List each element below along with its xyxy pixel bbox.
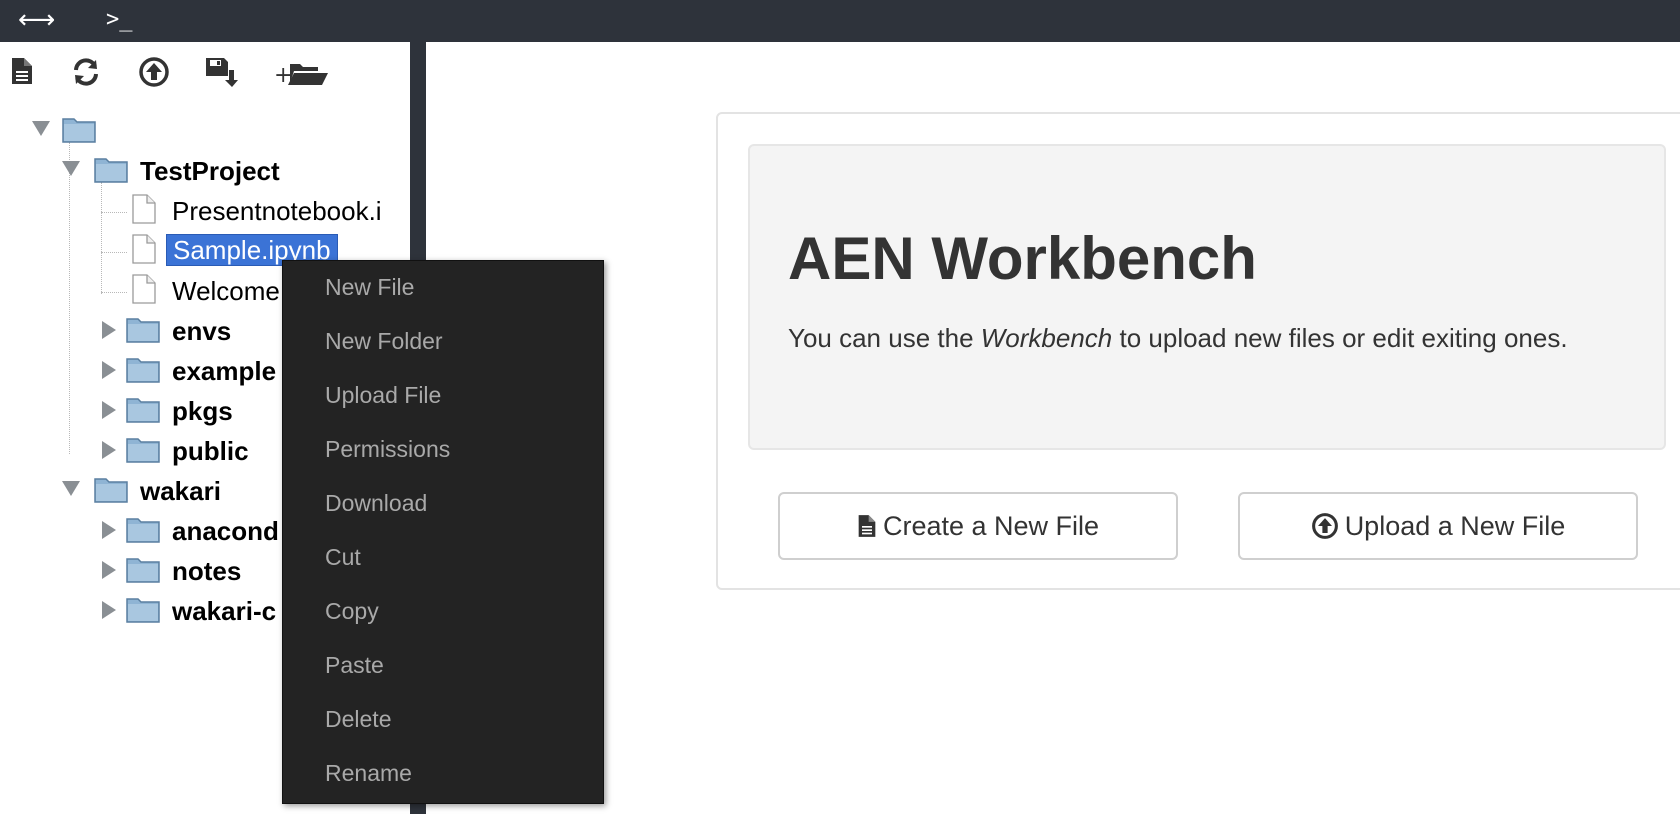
menu-item-copy[interactable]: Copy [325,597,379,625]
welcome-text: You can use the Workbench to upload new … [788,318,1608,358]
tree-root-folder[interactable] [32,112,132,148]
tree-folder-label: example [172,356,277,386]
tree-folder-wakari[interactable]: wakari [62,472,312,508]
folder-icon [126,518,160,543]
tree-folder-label: wakari-c [172,596,277,626]
tree-file-welcome[interactable]: Welcome. [130,272,287,308]
folder-icon [126,598,160,623]
tree-file-presentnotebook[interactable]: Presentnotebook.i [130,192,382,228]
tree-folder-pkgs[interactable]: pkgs [100,392,300,428]
file-icon [132,234,156,264]
tree-folder-label: wakari [140,476,221,506]
tree-folder-example[interactable]: example [100,352,300,388]
expand-toggle-icon[interactable] [32,121,50,136]
main-content: AEN Workbench You can use the Workbench … [426,42,1680,814]
tree-folder-envs[interactable]: envs [100,312,300,348]
tree-file-label: Welcome. [172,276,288,306]
workbench-panel: AEN Workbench You can use the Workbench … [716,112,1680,590]
file-icon [132,274,156,304]
welcome-text-start: You can use the [788,323,981,353]
terminal-icon[interactable]: >_ [106,6,133,34]
tree-folder-notes[interactable]: notes [100,552,300,588]
tree-folder-testproject[interactable]: TestProject [62,152,382,188]
collapse-toggle-icon[interactable] [102,441,116,459]
file-icon [132,194,156,224]
tree-folder-wakari-c[interactable]: wakari-c [100,592,300,628]
expand-arrows-icon[interactable]: ⟷ [18,6,55,34]
create-new-file-label: Create a New File [882,510,1100,541]
folder-icon [94,158,128,183]
tree-guide [101,292,127,293]
collapse-toggle-icon[interactable] [102,561,116,579]
upload-circle-icon [1311,513,1338,539]
folder-icon [62,118,96,143]
tree-folder-public[interactable]: public [100,432,300,468]
folder-icon [126,558,160,583]
new-file-icon[interactable] [10,56,34,86]
menu-item-permissions[interactable]: Permissions [325,435,450,463]
upload-new-file-button[interactable]: Upload a New File [1238,492,1638,560]
menu-item-paste[interactable]: Paste [325,651,384,679]
folder-icon [126,358,160,383]
welcome-jumbotron: AEN Workbench You can use the Workbench … [748,144,1666,450]
menu-item-download[interactable]: Download [325,489,427,517]
tree-file-label: Presentnotebook.i [172,196,382,226]
menu-item-delete[interactable]: Delete [325,705,391,733]
tree-guide [69,142,70,454]
folder-icon [126,318,160,343]
tree-folder-label: pkgs [172,396,233,426]
menu-item-new-file[interactable]: New File [325,273,414,301]
tree-folder-label: TestProject [140,156,280,186]
tree-folder-label: notes [172,556,242,586]
menu-item-cut[interactable]: Cut [325,543,361,571]
menu-item-upload-file[interactable]: Upload File [325,381,441,409]
menu-item-rename[interactable]: Rename [325,759,412,787]
save-download-icon[interactable] [204,56,238,88]
top-toolbar: ⟷ >_ [0,0,1680,42]
refresh-icon[interactable] [70,56,102,88]
page-title: AEN Workbench [788,225,1257,292]
welcome-text-end: to upload new files or edit exiting ones… [1112,323,1568,353]
collapse-toggle-icon[interactable] [102,401,116,419]
tree-folder-anaconda[interactable]: anacond [100,512,300,548]
new-folder-icon[interactable]: + [274,56,330,88]
collapse-toggle-icon[interactable] [102,521,116,539]
upload-new-file-label: Upload a New File [1344,510,1566,541]
tree-folder-label: anacond [172,516,279,546]
collapse-toggle-icon[interactable] [102,321,116,339]
folder-icon [126,438,160,463]
file-text-icon [858,515,876,537]
expand-toggle-icon[interactable] [62,161,80,176]
tree-guide [101,212,127,213]
collapse-toggle-icon[interactable] [102,601,116,619]
tree-guide [101,182,102,294]
upload-icon[interactable] [138,56,170,88]
tree-guide [101,252,127,253]
folder-icon [94,478,128,503]
menu-item-new-folder[interactable]: New Folder [325,327,443,355]
context-menu: New File New Folder Upload File Permissi… [282,260,604,804]
collapse-toggle-icon[interactable] [102,361,116,379]
tree-folder-label: envs [172,316,232,346]
expand-toggle-icon[interactable] [62,481,80,496]
tree-folder-label: public [172,436,249,466]
folder-icon [126,398,160,423]
workbench-emphasis: Workbench [980,323,1113,353]
create-new-file-button[interactable]: Create a New File [778,492,1178,560]
